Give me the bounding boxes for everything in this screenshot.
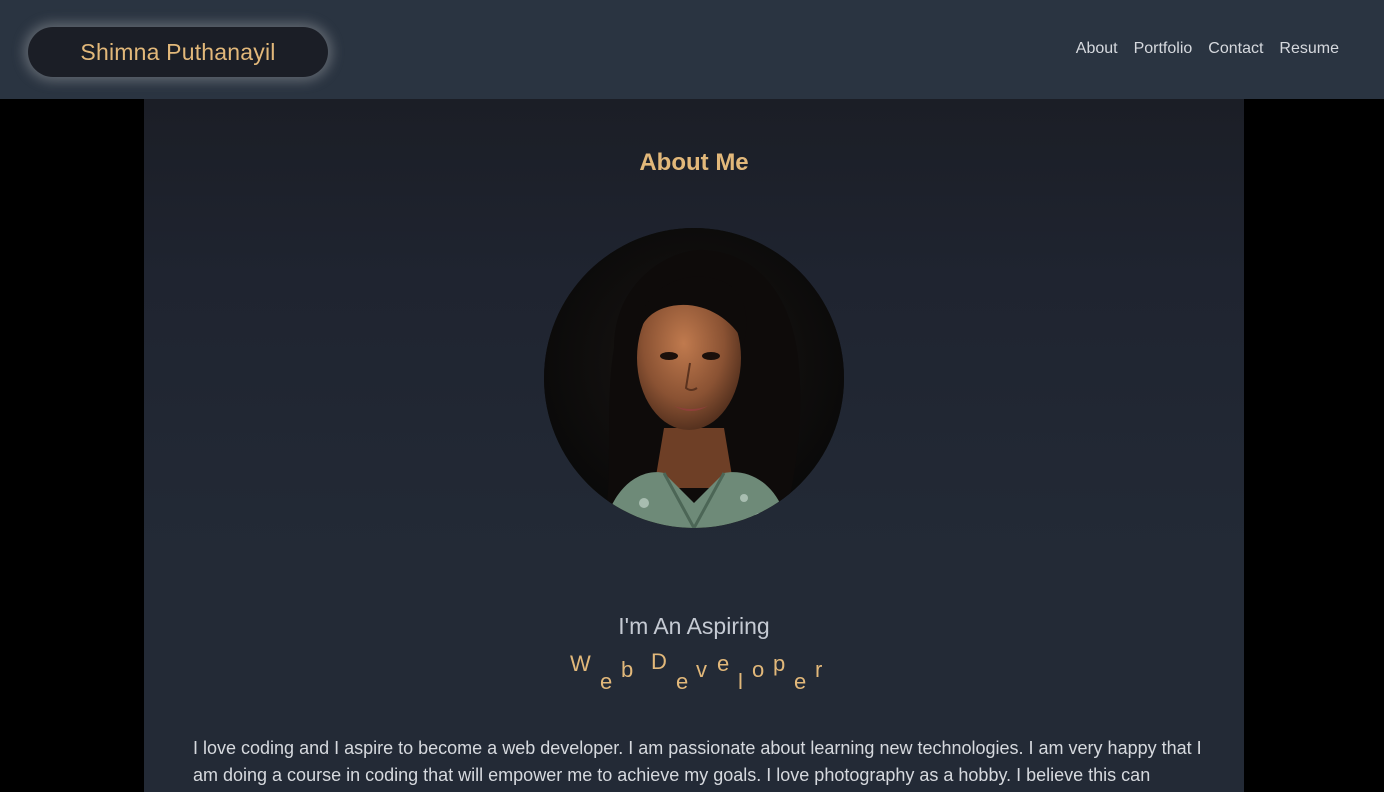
nav-contact-link[interactable]: Contact xyxy=(1208,40,1263,58)
section-title: About Me xyxy=(639,149,749,176)
bio-paragraph: I love coding and I aspire to become a w… xyxy=(193,738,1202,785)
role-letter: v xyxy=(696,657,707,682)
role-animated-text: WebDeveloper xyxy=(144,649,1244,699)
role-letter: D xyxy=(651,649,667,674)
role-letter: e xyxy=(794,669,807,694)
main-nav: About Portfolio Contact Resume xyxy=(1076,40,1339,58)
nav-resume-link[interactable]: Resume xyxy=(1279,40,1339,58)
role-letter: e xyxy=(676,669,689,694)
nav-about-link[interactable]: About xyxy=(1076,40,1118,58)
about-section: About Me I'm An Aspiring W e b D e v e l… xyxy=(144,99,1244,792)
role-letter: o xyxy=(752,657,765,682)
role-letter: l xyxy=(738,669,743,694)
role-letter: p xyxy=(773,651,786,676)
site-header: Shimna Puthanayil About Portfolio Contac… xyxy=(0,0,1384,99)
profile-photo xyxy=(544,228,844,528)
nav-portfolio-link[interactable]: Portfolio xyxy=(1134,40,1193,58)
role-letter: e xyxy=(717,651,730,676)
role-letter: b xyxy=(621,657,634,682)
role-letter: r xyxy=(815,657,823,682)
intro-subtitle: I'm An Aspiring xyxy=(618,613,770,639)
profile-photo-illustration xyxy=(544,228,844,528)
brand-name[interactable]: Shimna Puthanayil xyxy=(28,27,328,77)
role-letter: e xyxy=(600,669,613,694)
role-letter: W xyxy=(570,651,591,676)
